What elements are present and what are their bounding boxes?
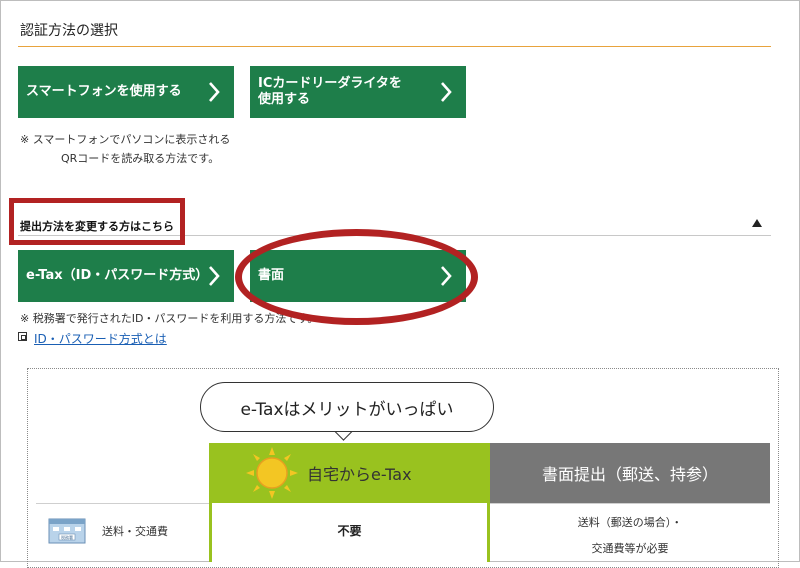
paper-cost-value: 送料（郵送の場合）・ 交通費等が必要 [490, 510, 770, 562]
section-title: 認証方法の選択 [20, 23, 118, 39]
paper-column-header: 書面提出（郵送、持参） [490, 443, 770, 503]
chevron-right-icon [441, 82, 452, 102]
etax-column-title: 自宅からe-Tax [307, 465, 412, 484]
window-icon [18, 332, 27, 341]
etax-id-password-label: e-Tax（ID・パスワード方式） [26, 268, 209, 283]
highlight-ellipse [235, 229, 478, 325]
auth-note-line2: QRコードを読み取る方法です。 [61, 152, 220, 165]
smartphone-button-label: スマートフォンを使用する [26, 84, 182, 99]
smartphone-button[interactable]: スマートフォンを使用する [18, 66, 234, 118]
etax-cost-value: 不要 [337, 524, 362, 538]
speech-bubble: e-Taxはメリットがいっぱい [200, 382, 494, 432]
row-label: 送料・交通費 [102, 525, 168, 538]
auth-note: ※ スマートフォンでパソコンに表示される QRコードを読み取る方法です。 [20, 130, 230, 168]
sun-icon [245, 446, 299, 500]
tax-office-building-icon: 税務署 [46, 515, 88, 545]
etax-id-password-button[interactable]: e-Tax（ID・パスワード方式） [18, 250, 234, 302]
etax-column-header: 自宅からe-Tax [209, 443, 490, 503]
paper-cost-line2: 交通費等が必要 [591, 542, 669, 555]
paper-cost-line1: 送料（郵送の場合）・ [577, 516, 683, 529]
ic-card-reader-button[interactable]: ICカードリーダライタを 使用する [250, 66, 466, 118]
auth-note-line1: ※ スマートフォンでパソコンに表示される [20, 133, 231, 146]
chevron-right-icon [209, 82, 220, 102]
ic-card-reader-label-line1: ICカードリーダライタを [258, 76, 402, 91]
id-password-link[interactable]: ID・パスワード方式とは [34, 330, 167, 347]
building-sign-text: 税務署 [61, 534, 73, 540]
collapse-triangle-icon[interactable] [752, 219, 762, 227]
ic-card-reader-label-line2: 使用する [258, 92, 311, 107]
paper-column-title: 書面提出（郵送、持参） [541, 465, 718, 484]
highlight-box [9, 198, 185, 245]
section-divider [18, 46, 771, 47]
speech-bubble-text: e-Taxはメリットがいっぱい [240, 399, 454, 420]
chevron-right-icon [209, 266, 220, 286]
